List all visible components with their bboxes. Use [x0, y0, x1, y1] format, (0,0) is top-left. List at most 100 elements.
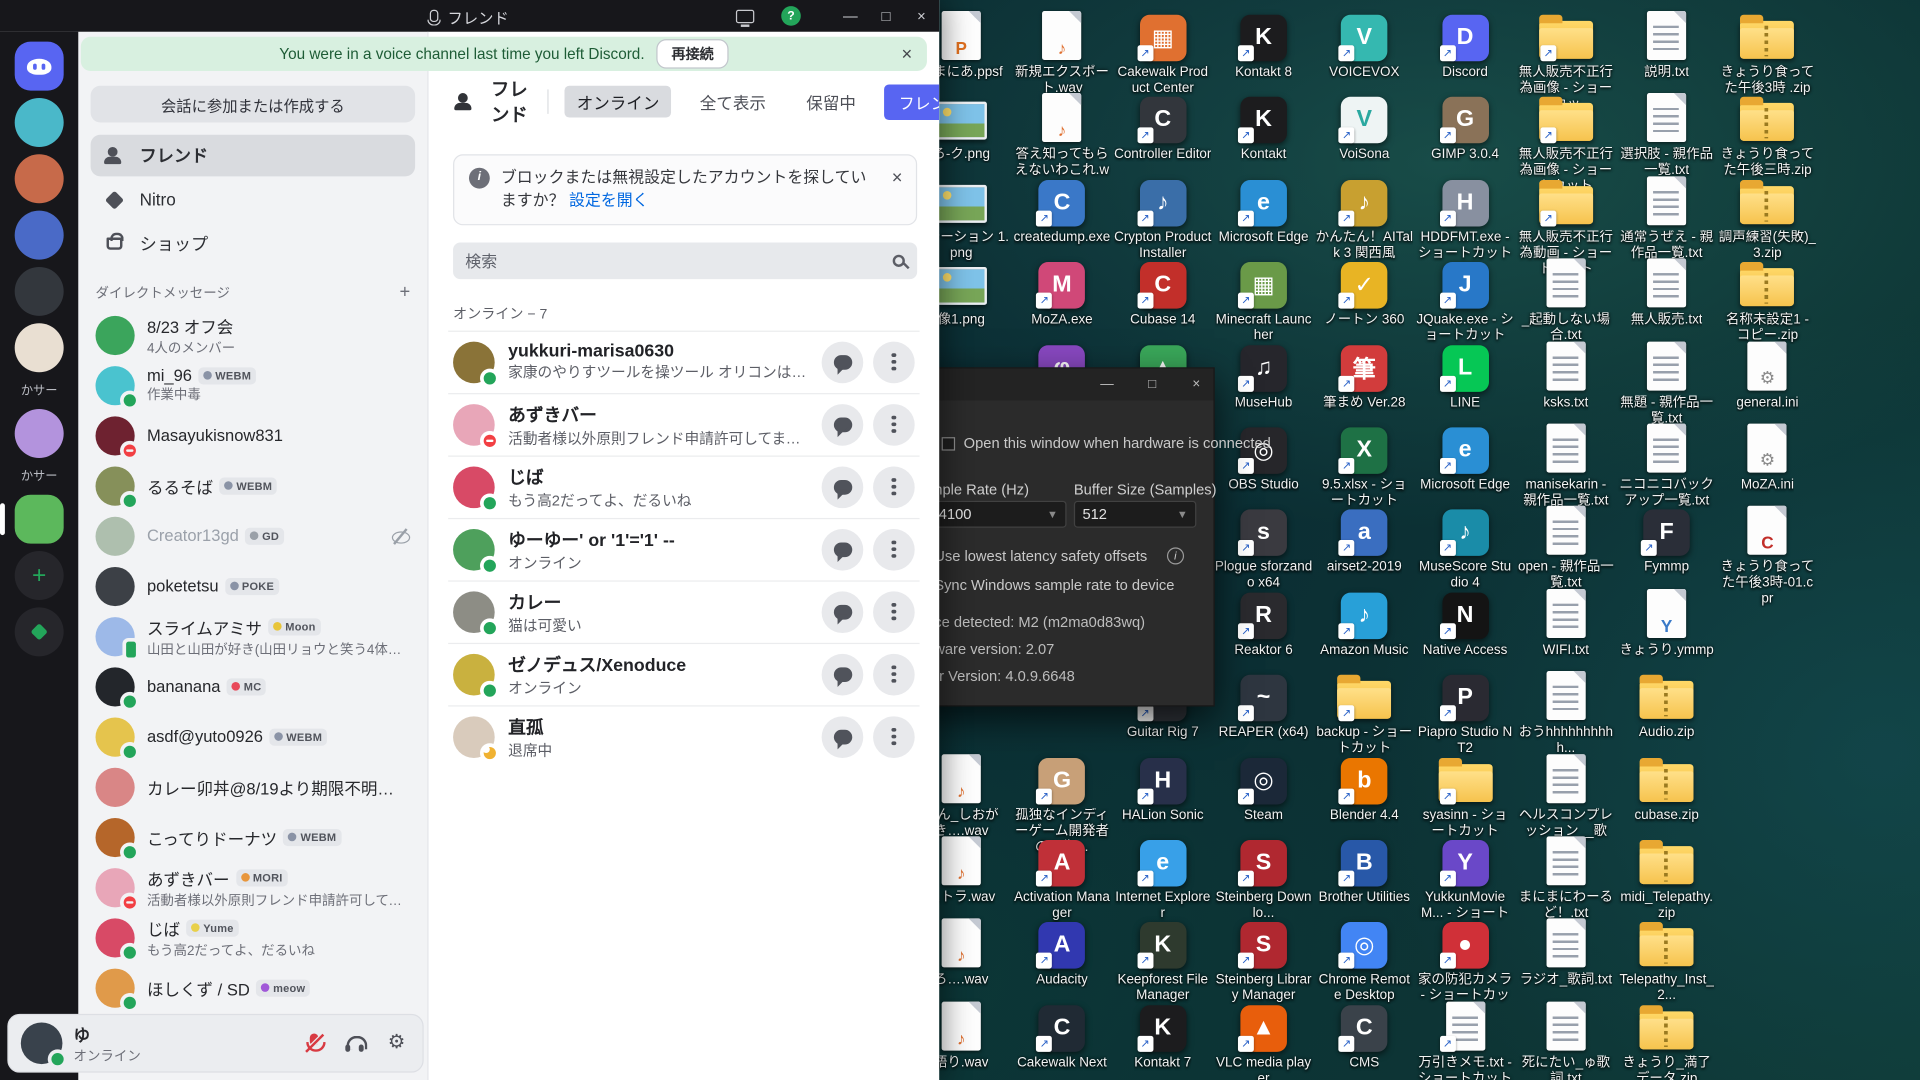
tab-all[interactable]: 全て表示	[688, 86, 779, 118]
desktop-icon[interactable]: e ↗ Microsoft Edge	[1213, 175, 1313, 246]
desktop-icon[interactable]: 無人販売.txt	[1616, 257, 1716, 328]
message-button[interactable]	[821, 466, 864, 508]
desktop-icon[interactable]: ⚙ general.ini	[1717, 340, 1817, 411]
friend-row[interactable]: 直孤 退席中	[448, 704, 920, 767]
notice-close-icon[interactable]: ×	[892, 165, 903, 192]
low-latency-checkbox[interactable]: Use lowest latency safety offsets i	[912, 547, 1184, 565]
desktop-icon[interactable]: ♪ ↗ Crypton Product Installer	[1113, 175, 1213, 262]
server-avatar[interactable]	[14, 494, 64, 544]
desktop-icon[interactable]: きょうり食ってた午後3時 .zip	[1717, 10, 1817, 97]
dm-item[interactable]: こってりドーナツ WEBM	[88, 812, 417, 862]
desktop-icon[interactable]: ◎ ↗ Chrome Remote Desktop	[1314, 918, 1414, 1005]
dialog-minimize-icon[interactable]: —	[1096, 373, 1118, 395]
gear-icon[interactable]: ⚙	[388, 1033, 406, 1053]
desktop-icon[interactable]: 筆 ↗ 筆まめ Ver.28	[1314, 340, 1414, 411]
user-panel[interactable]: ゆ オンライン ⚙	[7, 1013, 424, 1073]
desktop-icon[interactable]: ▲ ↗ VLC media player	[1213, 1000, 1313, 1080]
sample-rate-select[interactable]: 44100 ▼	[922, 500, 1067, 528]
banner-close-icon[interactable]: ×	[902, 43, 913, 64]
close-icon[interactable]: ×	[904, 0, 940, 32]
desktop-icon[interactable]: C きょうり食ってた午後3時-01.cpr	[1717, 505, 1817, 608]
desktop-icon[interactable]: a ↗ airset2-2019	[1314, 505, 1414, 576]
desktop-icon[interactable]: L ↗ LINE	[1415, 340, 1515, 411]
desktop-icon[interactable]: WIFI.txt	[1516, 588, 1616, 659]
desktop-icon[interactable]: Audio.zip	[1616, 670, 1716, 741]
dm-item[interactable]: poketetsu POKE	[88, 561, 417, 611]
desktop-icon[interactable]: C ↗ Cubase 14	[1113, 257, 1213, 328]
server-avatar[interactable]	[14, 210, 64, 260]
desktop-icon[interactable]: cubase.zip	[1616, 753, 1716, 824]
message-button[interactable]	[821, 341, 864, 383]
tab-pending[interactable]: 保留中	[794, 86, 868, 118]
desktop-icon[interactable]: ♪ ↗ かんたん！AITalk 3 関西風	[1314, 175, 1414, 262]
desktop-icon[interactable]: D ↗ Discord	[1415, 10, 1515, 81]
more-button[interactable]	[873, 653, 915, 696]
desktop-icon[interactable]: N ↗ Native Access	[1415, 588, 1515, 659]
desktop-icon[interactable]: s ↗ Plogue sforzando x64	[1213, 505, 1313, 592]
desktop-icon[interactable]: b ↗ Blender 4.4	[1314, 753, 1414, 824]
desktop-icon[interactable]: ◎ ↗ Steam	[1213, 753, 1313, 824]
desktop-icon[interactable]: A ↗ Audacity	[1012, 918, 1112, 989]
desktop-icon[interactable]: 通常うぜえ - 親作品一覧.txt	[1616, 175, 1716, 262]
desktop-icon[interactable]: Y きょうり.ymmp	[1616, 588, 1716, 659]
message-button[interactable]	[821, 528, 864, 571]
more-button[interactable]	[873, 591, 915, 633]
more-button[interactable]	[873, 403, 915, 446]
desktop-icon[interactable]: H ↗ HALion Sonic	[1113, 753, 1213, 824]
message-button[interactable]	[821, 591, 864, 633]
create-dm-icon[interactable]: +	[399, 282, 410, 303]
nav-friends[interactable]: フレンド	[90, 134, 416, 177]
more-button[interactable]	[873, 341, 915, 383]
desktop-icon[interactable]: ⚙ MoZA.ini	[1717, 422, 1817, 493]
desktop-icon[interactable]: G ↗ GIMP 3.0.4	[1415, 92, 1515, 163]
screenshare-icon[interactable]	[735, 9, 755, 27]
desktop-icon[interactable]: ~ ↗ REAPER (x64)	[1213, 670, 1313, 741]
desktop-icon[interactable]: K ↗ Keepforest File Manager	[1113, 918, 1213, 1005]
desktop-icon[interactable]: manisekarin - 親作品一覧.txt	[1516, 422, 1616, 509]
reconnect-button[interactable]: 再接続	[656, 39, 729, 69]
dm-item[interactable]: asdf@yuto0926 WEBM	[88, 711, 417, 761]
open-settings-link[interactable]: 設定を開く	[569, 191, 649, 209]
desktop-icon[interactable]: F ↗ Fymmp	[1616, 505, 1716, 576]
dialog-close-icon[interactable]: ×	[1185, 373, 1207, 395]
dm-item[interactable]: Masayukisnow831	[88, 410, 417, 460]
dm-item[interactable]: Creator13gd GD	[88, 511, 417, 561]
desktop-icon[interactable]: 名称未設定1 - コピー.zip	[1717, 257, 1817, 344]
desktop-icon[interactable]: H ↗ HDDFMT.exe - ショートカット	[1415, 175, 1515, 262]
dm-item[interactable]: スライムアミサ Moon 山田と山田が好き(山田リョウと笑う4体の山)	[88, 611, 417, 661]
server-avatar[interactable]	[14, 266, 64, 316]
desktop-icon[interactable]: K ↗ Kontakt	[1213, 92, 1313, 163]
desktop-icon[interactable]: ▦ ↗ Minecraft Launcher	[1213, 257, 1313, 344]
dm-item[interactable]: bananana MC	[88, 661, 417, 711]
desktop-icon[interactable]: ▦ ↗ Cakewalk Product Center	[1113, 10, 1213, 97]
desktop-icon[interactable]: きょうり_満了データ.zip	[1616, 1000, 1716, 1080]
desktop-icon[interactable]: M ↗ MoZA.exe	[1012, 257, 1112, 328]
desktop-icon[interactable]: _起動しない場合.txt	[1516, 257, 1616, 344]
server-avatar[interactable]	[14, 323, 64, 373]
desktop-icon[interactable]: e ↗ Internet Explorer	[1113, 835, 1213, 922]
desktop-icon[interactable]: ニコニコバックアップ一覧.txt	[1616, 422, 1716, 509]
desktop-icon[interactable]: C ↗ CMS	[1314, 1000, 1414, 1071]
help-icon[interactable]: ?	[781, 6, 801, 26]
dm-item[interactable]: ほしくず / SD meow	[88, 962, 417, 1012]
tab-online[interactable]: オンライン	[564, 85, 672, 118]
desktop-icon[interactable]: midi_Telepathy.zip	[1616, 835, 1716, 922]
friend-row[interactable]: ゆーゆー' or '1'='1' -- オンライン	[448, 517, 920, 580]
server-avatar[interactable]	[14, 154, 64, 204]
desktop-icon[interactable]: V ↗ VOICEVOX	[1314, 10, 1414, 81]
desktop-icon[interactable]: C ↗ Controller Editor	[1113, 92, 1213, 163]
more-button[interactable]	[873, 466, 915, 508]
dm-item[interactable]: じば Yume もう高2だってよ、だるいね	[88, 912, 417, 962]
dm-item[interactable]: るるそば WEBM	[88, 460, 417, 510]
desktop-icon[interactable]: P ↗ Piapro Studio NT2	[1415, 670, 1515, 757]
desktop-icon[interactable]: C ↗ createdump.exe	[1012, 175, 1112, 246]
desktop-icon[interactable]: open - 親作品一覧.txt	[1516, 505, 1616, 592]
desktop-icon[interactable]: ラジオ_歌詞.txt	[1516, 918, 1616, 989]
info-icon[interactable]: i	[1166, 547, 1184, 565]
desktop-icon[interactable]: ♪ ↗ Amazon Music	[1314, 588, 1414, 659]
desktop-icon[interactable]: C ↗ Cakewalk Next	[1012, 1000, 1112, 1071]
dialog-maximize-icon[interactable]: □	[1141, 373, 1163, 395]
desktop-icon[interactable]: 選択肢 - 親作品一覧.txt	[1616, 92, 1716, 179]
desktop-icon[interactable]: ↗ syasinn - ショートカット	[1415, 753, 1515, 840]
friend-row[interactable]: カレー 猫は可愛い	[448, 580, 920, 642]
